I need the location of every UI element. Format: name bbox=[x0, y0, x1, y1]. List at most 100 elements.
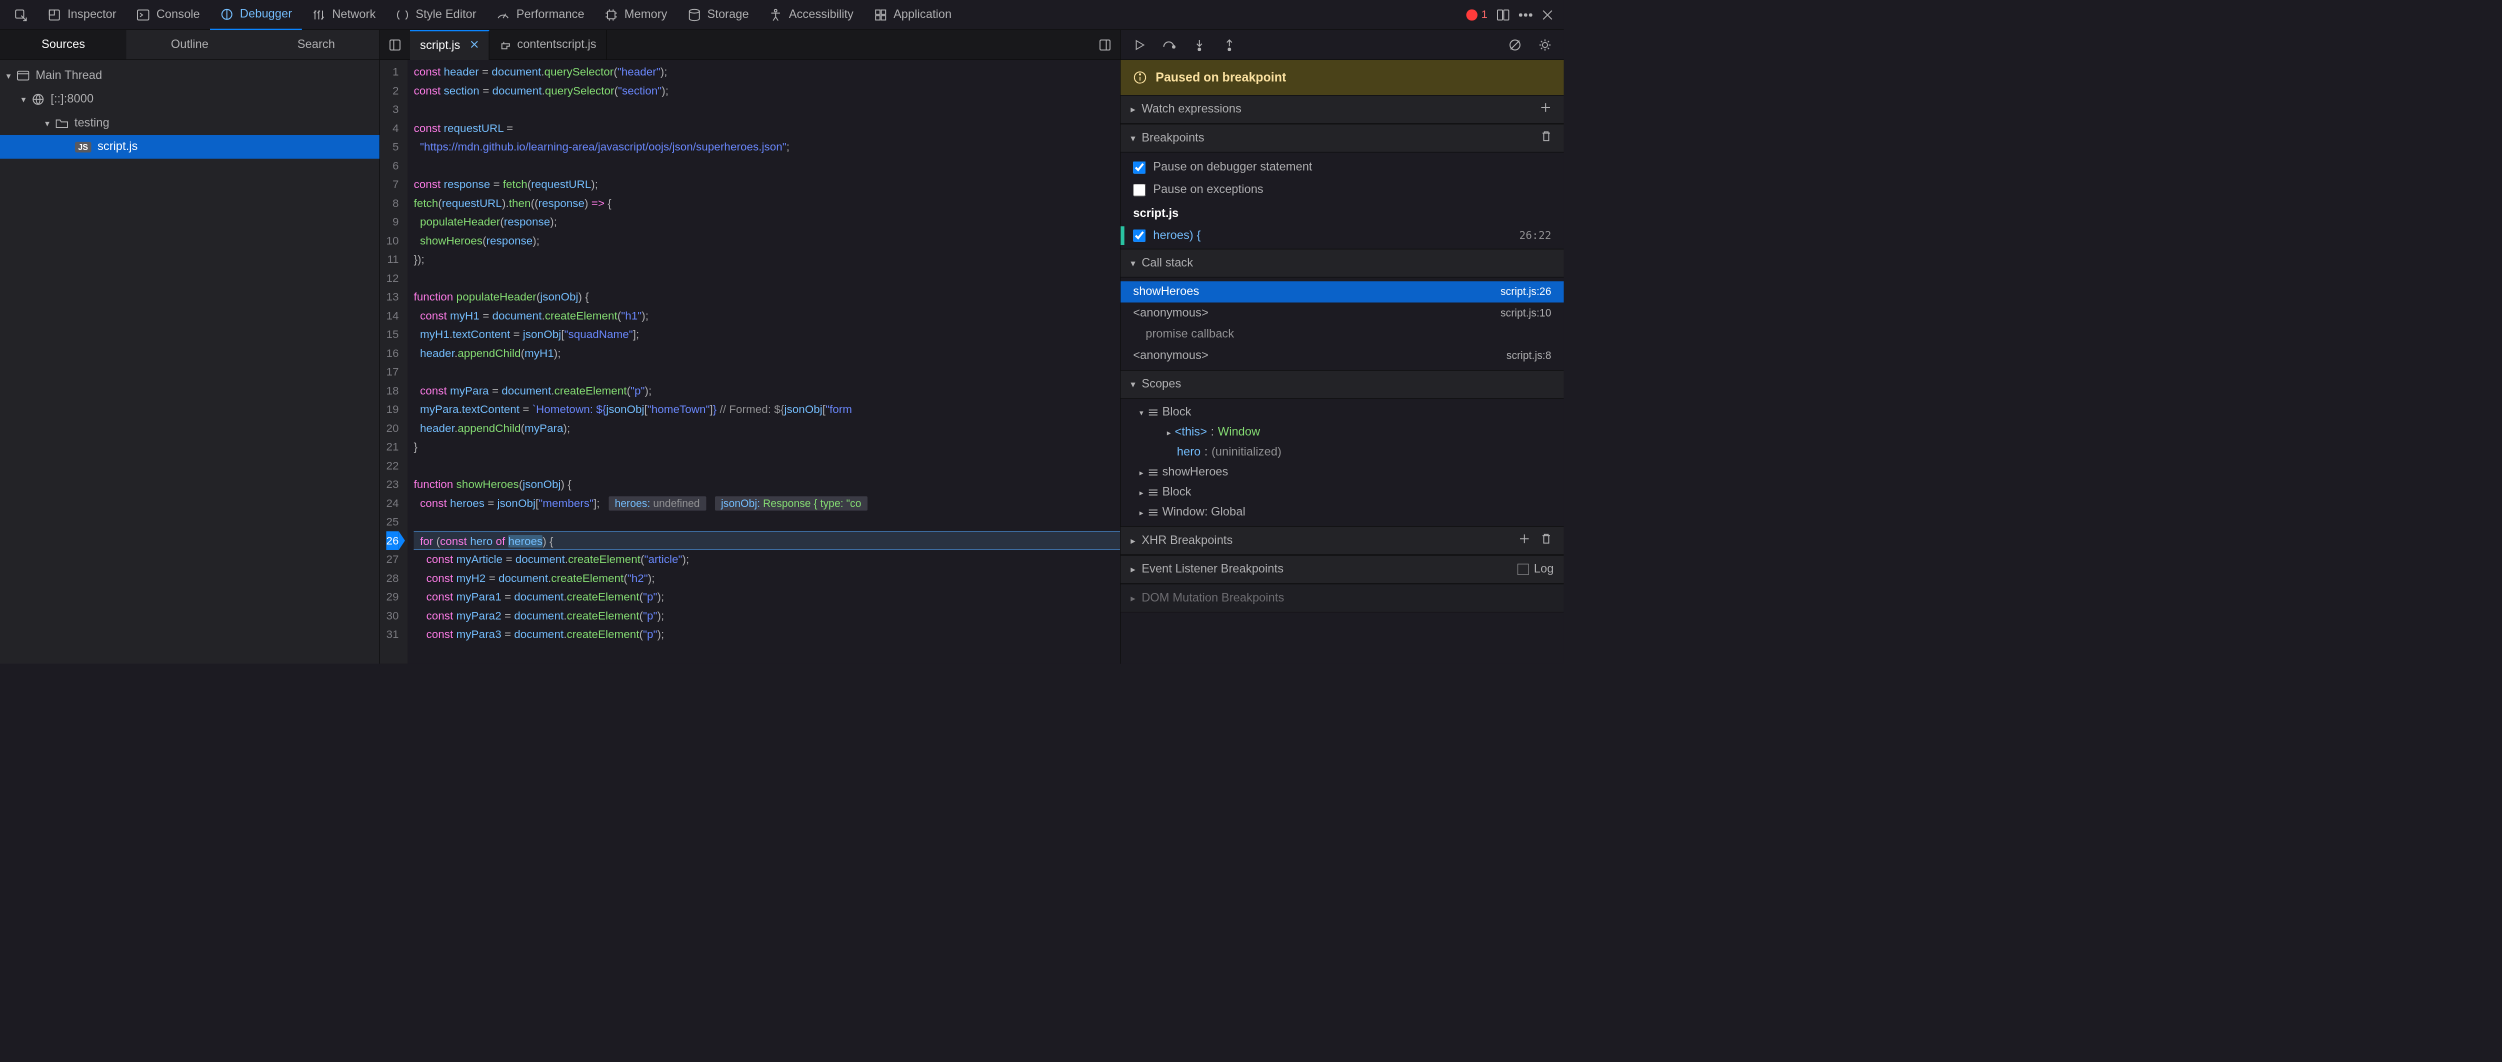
scope-variable[interactable]: <this>: Window bbox=[1121, 423, 1564, 443]
pause-banner: Paused on breakpoint bbox=[1121, 60, 1564, 95]
thread-row[interactable]: Main Thread bbox=[0, 64, 379, 88]
chevron-down-icon bbox=[6, 69, 10, 83]
breakpoint-checkbox[interactable] bbox=[1133, 229, 1146, 242]
callstack-header[interactable]: Call stack bbox=[1121, 249, 1564, 278]
debugger-icon bbox=[220, 7, 234, 21]
sources-tab-search[interactable]: Search bbox=[253, 30, 379, 59]
tab-style-editor[interactable]: Style Editor bbox=[386, 0, 487, 30]
scopes-header[interactable]: Scopes bbox=[1121, 370, 1564, 399]
dock-mode-button[interactable] bbox=[1496, 8, 1510, 22]
folder-row[interactable]: testing bbox=[0, 111, 379, 135]
more-tools-button[interactable] bbox=[1519, 13, 1533, 17]
info-icon bbox=[1133, 71, 1147, 85]
add-xhr-breakpoint-button[interactable] bbox=[1516, 533, 1532, 548]
dom-breakpoints-header[interactable]: DOM Mutation Breakpoints bbox=[1121, 584, 1564, 613]
breakpoint-marker bbox=[1121, 226, 1125, 245]
breakpoints-body: Pause on debugger statementPause on exce… bbox=[1121, 153, 1564, 249]
add-watch-button[interactable] bbox=[1538, 102, 1554, 117]
code-editor[interactable]: 1234567891011121314151617181920212223242… bbox=[380, 60, 1120, 664]
close-devtools-button[interactable] bbox=[1541, 8, 1554, 21]
error-icon bbox=[1466, 9, 1477, 20]
tab-inspector[interactable]: Inspector bbox=[38, 0, 127, 30]
sources-tree: Main Thread [::]:8000 testing JS script.… bbox=[0, 60, 379, 664]
event-breakpoints-header[interactable]: Event Listener Breakpoints Log bbox=[1121, 555, 1564, 584]
breakpoint-location: 26:22 bbox=[1519, 229, 1551, 242]
line-gutter[interactable]: 1234567891011121314151617181920212223242… bbox=[380, 60, 408, 664]
step-over-button[interactable] bbox=[1156, 31, 1184, 59]
block-icon bbox=[1148, 509, 1157, 517]
scopes-title: Scopes bbox=[1142, 378, 1554, 392]
tab-accessibility[interactable]: Accessibility bbox=[759, 0, 864, 30]
deactivate-breakpoints-button[interactable] bbox=[1501, 31, 1529, 59]
application-icon bbox=[874, 8, 888, 22]
sources-panel: SourcesOutlineSearch Main Thread [::]:80… bbox=[0, 30, 380, 664]
chevron-right-icon bbox=[1131, 591, 1136, 605]
console-icon bbox=[136, 8, 150, 22]
scope-block[interactable]: showHeroes bbox=[1121, 463, 1564, 483]
debugger-settings-button[interactable] bbox=[1531, 31, 1559, 59]
editor-tab-bar: script.jscontentscript.js bbox=[380, 30, 1120, 60]
watch-expressions-header[interactable]: Watch expressions bbox=[1121, 95, 1564, 124]
breakpoints-header[interactable]: Breakpoints bbox=[1121, 124, 1564, 153]
sources-tab-sources[interactable]: Sources bbox=[0, 30, 126, 59]
scope-block[interactable]: Block bbox=[1121, 403, 1564, 423]
tab-console[interactable]: Console bbox=[126, 0, 210, 30]
scope-variable[interactable]: hero: (uninitialized) bbox=[1121, 443, 1564, 463]
tab-application[interactable]: Application bbox=[864, 0, 962, 30]
origin-row[interactable]: [::]:8000 bbox=[0, 88, 379, 112]
style-editor-icon bbox=[396, 8, 410, 22]
tab-memory[interactable]: Memory bbox=[594, 0, 677, 30]
sources-tab-outline[interactable]: Outline bbox=[126, 30, 252, 59]
editor-tab[interactable]: script.js bbox=[410, 30, 490, 60]
stack-async-label: promise callback bbox=[1121, 324, 1564, 345]
chevron-down-icon bbox=[1131, 131, 1136, 145]
code-body[interactable]: const header = document.querySelector("h… bbox=[408, 60, 1120, 664]
pick-element-button[interactable] bbox=[4, 0, 38, 30]
tab-network[interactable]: Network bbox=[302, 0, 386, 30]
breakpoint-option[interactable]: Pause on debugger statement bbox=[1121, 156, 1564, 179]
scope-block[interactable]: Block bbox=[1121, 483, 1564, 503]
resume-button[interactable] bbox=[1126, 31, 1154, 59]
chevron-down-icon bbox=[21, 93, 25, 107]
option-checkbox[interactable] bbox=[1133, 161, 1146, 174]
stack-frame[interactable]: <anonymous>script.js:8 bbox=[1121, 345, 1564, 366]
folder-icon bbox=[56, 118, 69, 128]
extension-icon bbox=[500, 39, 511, 50]
storage-icon bbox=[687, 8, 701, 22]
scopes-body: Block<this>: Windowhero: (uninitialized)… bbox=[1121, 399, 1564, 527]
stack-frame[interactable]: <anonymous>script.js:10 bbox=[1121, 303, 1564, 324]
stack-frame[interactable]: showHeroesscript.js:26 bbox=[1121, 281, 1564, 302]
tab-debugger[interactable]: Debugger bbox=[210, 0, 302, 30]
file-label: script.js bbox=[97, 140, 137, 154]
callstack-body: showHeroesscript.js:26<anonymous>script.… bbox=[1121, 278, 1564, 371]
breakpoint-code: heroes) { bbox=[1153, 229, 1201, 243]
pause-message: Paused on breakpoint bbox=[1156, 70, 1287, 84]
folder-label: testing bbox=[74, 116, 109, 130]
error-count-badge[interactable]: 1 bbox=[1466, 8, 1487, 21]
callstack-title: Call stack bbox=[1142, 256, 1554, 270]
chevron-right-icon bbox=[1131, 534, 1136, 548]
toggle-sources-panel-button[interactable] bbox=[380, 30, 410, 60]
tab-performance[interactable]: Performance bbox=[486, 0, 594, 30]
option-checkbox[interactable] bbox=[1133, 184, 1146, 197]
chevron-icon bbox=[1139, 506, 1143, 520]
breakpoints-title: Breakpoints bbox=[1142, 131, 1533, 145]
breakpoint-option[interactable]: Pause on exceptions bbox=[1121, 179, 1564, 202]
step-out-button[interactable] bbox=[1216, 31, 1244, 59]
log-events-toggle[interactable]: Log bbox=[1518, 563, 1554, 577]
toggle-sidebar-button[interactable] bbox=[1090, 30, 1120, 60]
breakpoint-item[interactable]: heroes) { 26:22 bbox=[1121, 226, 1564, 245]
remove-all-breakpoints-button[interactable] bbox=[1539, 131, 1554, 146]
step-in-button[interactable] bbox=[1186, 31, 1214, 59]
editor-tab[interactable]: contentscript.js bbox=[490, 30, 607, 60]
scope-block[interactable]: Window: Global bbox=[1121, 503, 1564, 523]
xhr-breakpoints-header[interactable]: XHR Breakpoints bbox=[1121, 526, 1564, 555]
window-icon bbox=[17, 71, 30, 81]
dom-title: DOM Mutation Breakpoints bbox=[1142, 591, 1554, 605]
file-row[interactable]: JS script.js bbox=[0, 135, 379, 159]
tab-storage[interactable]: Storage bbox=[677, 0, 759, 30]
memory-icon bbox=[604, 8, 618, 22]
close-tab-button[interactable] bbox=[470, 38, 479, 52]
chevron-icon bbox=[1139, 466, 1143, 480]
remove-xhr-breakpoints-button[interactable] bbox=[1539, 533, 1554, 548]
